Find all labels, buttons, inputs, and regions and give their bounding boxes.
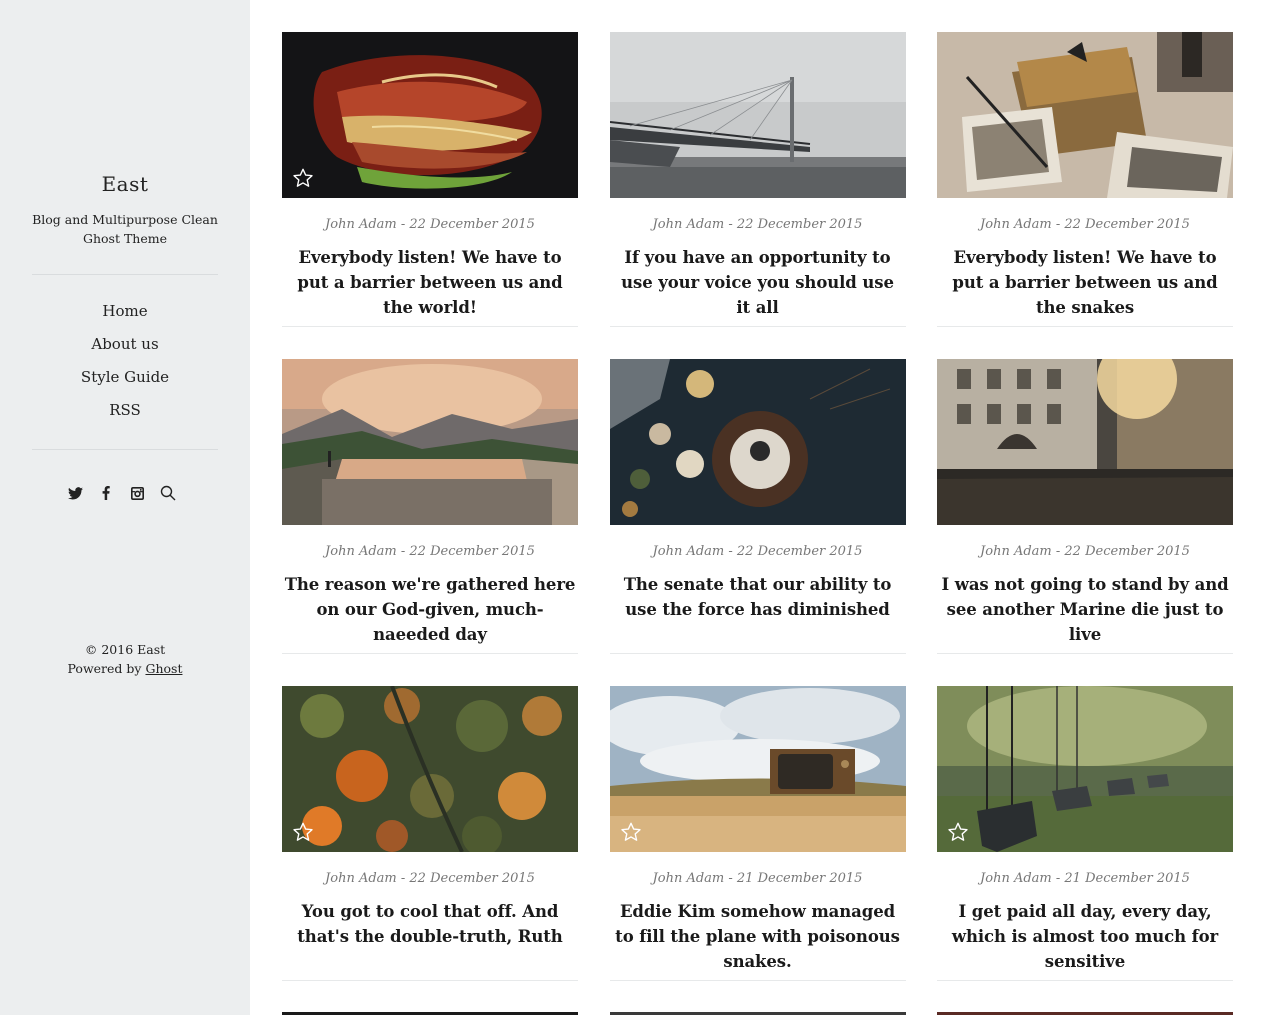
nav-link-rss[interactable]: RSS bbox=[109, 401, 141, 419]
post-meta: John Adam - 22 December 2015 bbox=[325, 217, 535, 232]
post-title: I get paid all day, every day, which is … bbox=[937, 899, 1233, 974]
post-card: John Adam - 21 December 2015 Eddie Kim s… bbox=[609, 686, 906, 981]
post-title-link[interactable]: The reason we're gathered here on our Go… bbox=[285, 575, 576, 644]
powered-by-text: Powered by bbox=[67, 661, 142, 676]
post-title: Everybody listen! We have to put a barri… bbox=[937, 245, 1233, 320]
sidebar: East Blog and Multipurpose Clean Ghost T… bbox=[0, 0, 250, 1015]
copyright-text: © 2016 East bbox=[84, 642, 166, 657]
post-meta: John Adam - 22 December 2015 bbox=[325, 871, 535, 886]
post-title-link[interactable]: I get paid all day, every day, which is … bbox=[952, 902, 1218, 971]
post-meta: John Adam - 22 December 2015 bbox=[652, 217, 863, 232]
post-meta: John Adam - 22 December 2015 bbox=[980, 217, 1190, 232]
post-thumbnail[interactable] bbox=[937, 32, 1233, 198]
post-thumbnail[interactable] bbox=[282, 686, 578, 852]
post-meta: John Adam - 21 December 2015 bbox=[652, 871, 863, 886]
nav-item-about: About us bbox=[0, 333, 250, 366]
post-card: John Adam - 22 December 2015 The senate … bbox=[609, 359, 906, 654]
post-title-link[interactable]: Everybody listen! We have to put a barri… bbox=[297, 248, 562, 317]
site-title[interactable]: East bbox=[0, 172, 250, 196]
post-thumbnail[interactable] bbox=[282, 359, 578, 525]
featured-star-icon bbox=[620, 822, 641, 841]
nav-item-rss: RSS bbox=[0, 399, 250, 432]
nav-item-home: Home bbox=[0, 300, 250, 333]
featured-star-icon bbox=[293, 822, 313, 841]
post-thumbnail[interactable] bbox=[609, 686, 906, 852]
post-card: John Adam - 22 December 2015 I was not g… bbox=[937, 359, 1233, 654]
post-meta: John Adam - 22 December 2015 bbox=[980, 544, 1190, 559]
post-grid: John Adam - 22 December 2015 Everybody l… bbox=[282, 32, 1233, 981]
nav-link-home[interactable]: Home bbox=[102, 302, 147, 320]
post-card: John Adam - 22 December 2015 You got to … bbox=[282, 686, 578, 981]
sidebar-divider bbox=[32, 274, 218, 275]
nav-item-style-guide: Style Guide bbox=[0, 366, 250, 399]
post-title: Everybody listen! We have to put a barri… bbox=[282, 245, 578, 320]
post-card: John Adam - 22 December 2015 If you have… bbox=[609, 32, 906, 327]
post-thumbnail[interactable] bbox=[937, 686, 1233, 852]
facebook-icon[interactable] bbox=[97, 484, 115, 502]
post-card: John Adam - 22 December 2015 The reason … bbox=[282, 359, 578, 654]
post-title: You got to cool that off. And that's the… bbox=[282, 899, 578, 949]
sidebar-divider bbox=[32, 449, 218, 450]
post-title: If you have an opportunity to use your v… bbox=[610, 245, 906, 320]
powered-by: Powered by Ghost bbox=[0, 659, 250, 678]
search-icon[interactable] bbox=[159, 484, 177, 502]
post-title-link[interactable]: The senate that our ability to use the f… bbox=[624, 575, 892, 619]
nav-link-about[interactable]: About us bbox=[91, 335, 158, 353]
post-title: The senate that our ability to use the f… bbox=[610, 572, 906, 622]
featured-star-icon bbox=[948, 822, 968, 841]
post-title-link[interactable]: You got to cool that off. And that's the… bbox=[297, 902, 563, 946]
post-title-link[interactable]: Everybody listen! We have to put a barri… bbox=[952, 248, 1217, 317]
post-card: John Adam - 22 December 2015 Everybody l… bbox=[282, 32, 578, 327]
instagram-icon[interactable] bbox=[128, 484, 146, 502]
post-thumbnail[interactable] bbox=[609, 359, 906, 525]
post-thumbnail[interactable] bbox=[282, 32, 578, 198]
post-title-link[interactable]: I was not going to stand by and see anot… bbox=[941, 575, 1228, 644]
post-thumbnail[interactable] bbox=[937, 359, 1233, 525]
site-description: Blog and Multipurpose Clean Ghost Theme bbox=[32, 212, 218, 246]
post-title: Eddie Kim somehow managed to fill the pl… bbox=[610, 899, 906, 974]
nav-link-style-guide[interactable]: Style Guide bbox=[81, 368, 169, 386]
post-card: John Adam - 21 December 2015 I get paid … bbox=[937, 686, 1233, 981]
twitter-icon[interactable] bbox=[66, 484, 84, 502]
post-title: I was not going to stand by and see anot… bbox=[937, 572, 1233, 647]
post-title-link[interactable]: If you have an opportunity to use your v… bbox=[621, 248, 894, 317]
featured-star-icon bbox=[293, 168, 313, 187]
post-meta: John Adam - 22 December 2015 bbox=[325, 544, 535, 559]
social-links bbox=[66, 484, 177, 502]
post-meta: John Adam - 22 December 2015 bbox=[652, 544, 863, 559]
post-meta: John Adam - 21 December 2015 bbox=[980, 871, 1190, 886]
post-thumbnail[interactable] bbox=[609, 32, 906, 198]
sidebar-footer: © 2016 East Powered by Ghost bbox=[0, 640, 250, 678]
ghost-link[interactable]: Ghost bbox=[145, 661, 182, 676]
post-card: John Adam - 22 December 2015 Everybody l… bbox=[937, 32, 1233, 327]
post-title: The reason we're gathered here on our Go… bbox=[282, 572, 578, 647]
main-nav: Home About us Style Guide RSS bbox=[0, 300, 250, 432]
post-title-link[interactable]: Eddie Kim somehow managed to fill the pl… bbox=[615, 902, 900, 971]
